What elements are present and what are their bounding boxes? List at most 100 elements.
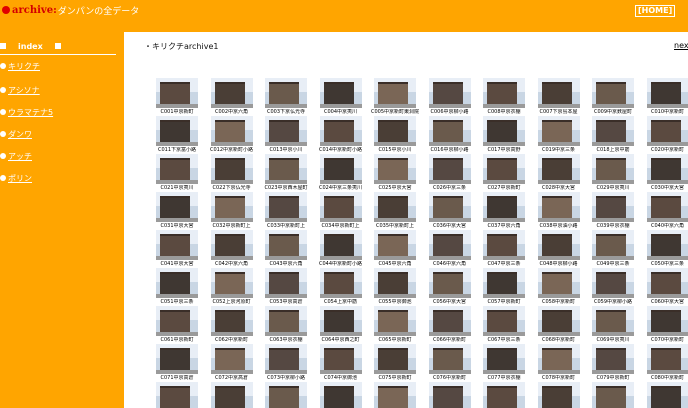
building-photo[interactable] bbox=[537, 78, 580, 108]
thumbnail-caption[interactable]: C051中京三条 bbox=[153, 299, 201, 306]
building-photo[interactable] bbox=[537, 382, 580, 408]
thumbnail-item[interactable]: C046中京六角 bbox=[428, 230, 471, 270]
thumbnail-item[interactable]: C035中京新町上 bbox=[374, 192, 416, 232]
thumbnail-item[interactable]: C002中京六角 bbox=[210, 78, 253, 118]
building-photo[interactable] bbox=[483, 116, 525, 146]
thumbnail-item[interactable]: C006中京柳小路 bbox=[426, 78, 474, 118]
thumbnail-item[interactable]: C034中京新町上 bbox=[317, 192, 365, 232]
building-photo[interactable] bbox=[646, 78, 688, 108]
building-photo[interactable] bbox=[210, 154, 253, 184]
building-photo[interactable] bbox=[319, 306, 362, 336]
thumbnail-item[interactable]: C021中京夷川 bbox=[156, 154, 198, 194]
thumbnail-item[interactable]: C024中京三条夷川 bbox=[319, 154, 362, 194]
thumbnail-caption[interactable]: C067中京三条 bbox=[480, 337, 528, 344]
thumbnail-caption[interactable]: C048中京柳小路 bbox=[535, 261, 583, 268]
building-photo[interactable] bbox=[592, 344, 634, 374]
building-photo[interactable] bbox=[592, 306, 634, 336]
thumbnail-caption[interactable]: C056中京大宮 bbox=[426, 299, 474, 306]
thumbnail-item[interactable]: C068中京新町 bbox=[537, 306, 580, 346]
building-photo[interactable] bbox=[483, 192, 525, 222]
thumbnail-caption[interactable]: C043中京六角 bbox=[262, 261, 310, 268]
thumbnail-caption[interactable]: C027中京新町 bbox=[480, 185, 528, 192]
building-photo[interactable] bbox=[156, 154, 198, 184]
thumbnail-caption[interactable]: C021中京夷川 bbox=[153, 185, 201, 192]
thumbnail-caption[interactable]: C015中京小川 bbox=[371, 147, 419, 154]
thumbnail-item[interactable]: C062中京新町 bbox=[210, 306, 253, 346]
thumbnail-item[interactable]: C069中京夷川 bbox=[592, 306, 634, 346]
building-photo[interactable] bbox=[646, 382, 688, 408]
building-photo[interactable] bbox=[374, 78, 416, 108]
thumbnail-caption[interactable]: C072中京高倉 bbox=[208, 375, 256, 382]
building-photo[interactable] bbox=[156, 344, 198, 374]
thumbnail-item[interactable]: C007下京島本屋 bbox=[537, 78, 580, 118]
building-photo[interactable] bbox=[537, 154, 580, 184]
thumbnail-item[interactable]: C057中京新町 bbox=[483, 268, 525, 308]
building-photo[interactable] bbox=[646, 192, 688, 222]
thumbnail-caption[interactable]: C075中京新町 bbox=[371, 375, 419, 382]
building-photo[interactable] bbox=[265, 192, 307, 222]
thumbnail-caption[interactable]: C080中京新町 bbox=[644, 375, 688, 382]
thumbnail-item[interactable]: C033中京新町上 bbox=[265, 192, 307, 232]
building-photo[interactable] bbox=[428, 382, 471, 408]
thumbnail-caption[interactable]: C076中京新町 bbox=[426, 375, 474, 382]
home-link[interactable]: [HOME] bbox=[635, 5, 676, 17]
building-photo[interactable] bbox=[428, 230, 471, 260]
thumbnail-item[interactable]: C012中京新町小路 bbox=[210, 116, 253, 156]
thumbnail-item[interactable]: C037中京六角 bbox=[483, 192, 525, 232]
thumbnail-item[interactable]: C074中京御池 bbox=[319, 344, 362, 384]
thumbnail-caption[interactable]: C013中京小川 bbox=[262, 147, 310, 154]
thumbnail-item[interactable]: C084中京新町 bbox=[319, 382, 362, 408]
thumbnail-item[interactable]: C058中京新町 bbox=[537, 268, 580, 308]
thumbnail-caption[interactable]: C009中京麩屋町 bbox=[589, 109, 637, 116]
thumbnail-item[interactable]: C042中京六角 bbox=[210, 230, 253, 270]
thumbnail-caption[interactable]: C008中京衣棚 bbox=[480, 109, 528, 116]
thumbnail-item[interactable]: C043中京六角 bbox=[265, 230, 307, 270]
building-photo[interactable] bbox=[428, 116, 471, 146]
thumbnail-item[interactable]: C001中京新町 bbox=[156, 78, 198, 118]
building-photo[interactable] bbox=[210, 344, 253, 374]
thumbnail-caption[interactable]: C060中京大宮 bbox=[644, 299, 688, 306]
thumbnail-caption[interactable]: C052上京河原町 bbox=[208, 299, 256, 306]
building-photo[interactable] bbox=[319, 382, 362, 408]
thumbnail-caption[interactable]: C053中京高倉 bbox=[262, 299, 310, 306]
thumbnail-caption[interactable]: C077中京衣棚 bbox=[480, 375, 528, 382]
building-photo[interactable] bbox=[428, 192, 471, 222]
thumbnail-caption[interactable]: C037中京六角 bbox=[480, 223, 528, 230]
thumbnail-caption[interactable]: C029中京夷川 bbox=[589, 185, 637, 192]
thumbnail-item[interactable]: C076中京新町 bbox=[426, 344, 474, 384]
thumbnail-caption[interactable]: C039中京衣棚 bbox=[589, 223, 637, 230]
building-photo[interactable] bbox=[156, 78, 198, 108]
thumbnail-caption[interactable]: C069中京夷川 bbox=[589, 337, 637, 344]
thumbnail-item[interactable]: C039中京衣棚 bbox=[592, 192, 634, 232]
thumbnail-caption[interactable]: C066中京新町 bbox=[426, 337, 474, 344]
thumbnail-caption[interactable]: C018上京中筋 bbox=[589, 147, 637, 154]
thumbnail-caption[interactable]: C044中京新町小路 bbox=[317, 261, 365, 268]
building-photo[interactable] bbox=[156, 306, 198, 336]
thumbnail-caption[interactable]: C030中京大宮 bbox=[644, 185, 688, 192]
building-photo[interactable] bbox=[374, 154, 416, 184]
thumbnail-item[interactable]: C050中京三条 bbox=[644, 230, 688, 270]
thumbnail-item[interactable]: C027中京新町 bbox=[483, 154, 525, 194]
building-photo[interactable] bbox=[537, 344, 580, 374]
building-photo[interactable] bbox=[319, 344, 362, 374]
thumbnail-item[interactable]: C064中京西之町 bbox=[319, 306, 362, 346]
thumbnail-caption[interactable]: C038中京油小路 bbox=[535, 223, 583, 230]
building-photo[interactable] bbox=[156, 230, 198, 260]
thumbnail-caption[interactable]: C006中京柳小路 bbox=[426, 109, 474, 116]
thumbnail-caption[interactable]: C050中京三条 bbox=[644, 261, 688, 268]
thumbnail-caption[interactable]: C020中京新町 bbox=[644, 147, 688, 154]
building-photo[interactable] bbox=[428, 306, 471, 336]
thumbnail-item[interactable]: C045中京六角 bbox=[374, 230, 416, 270]
building-photo[interactable] bbox=[374, 116, 416, 146]
thumbnail-item[interactable]: C029中京夷川 bbox=[592, 154, 634, 194]
thumbnail-caption[interactable]: C034中京新町上 bbox=[317, 223, 365, 230]
thumbnail-caption[interactable]: C071中京高倉 bbox=[153, 375, 201, 382]
building-photo[interactable] bbox=[156, 116, 198, 146]
thumbnail-caption[interactable]: C031中京大宮 bbox=[153, 223, 201, 230]
building-photo[interactable] bbox=[428, 344, 471, 374]
thumbnail-item[interactable]: C018上京中筋 bbox=[592, 116, 634, 156]
building-photo[interactable] bbox=[156, 268, 198, 298]
sidebar-item[interactable]: アシソナ bbox=[0, 84, 40, 96]
thumbnail-item[interactable]: C013中京小川 bbox=[265, 116, 307, 156]
thumbnail-item[interactable]: C036中京大宮 bbox=[428, 192, 471, 232]
